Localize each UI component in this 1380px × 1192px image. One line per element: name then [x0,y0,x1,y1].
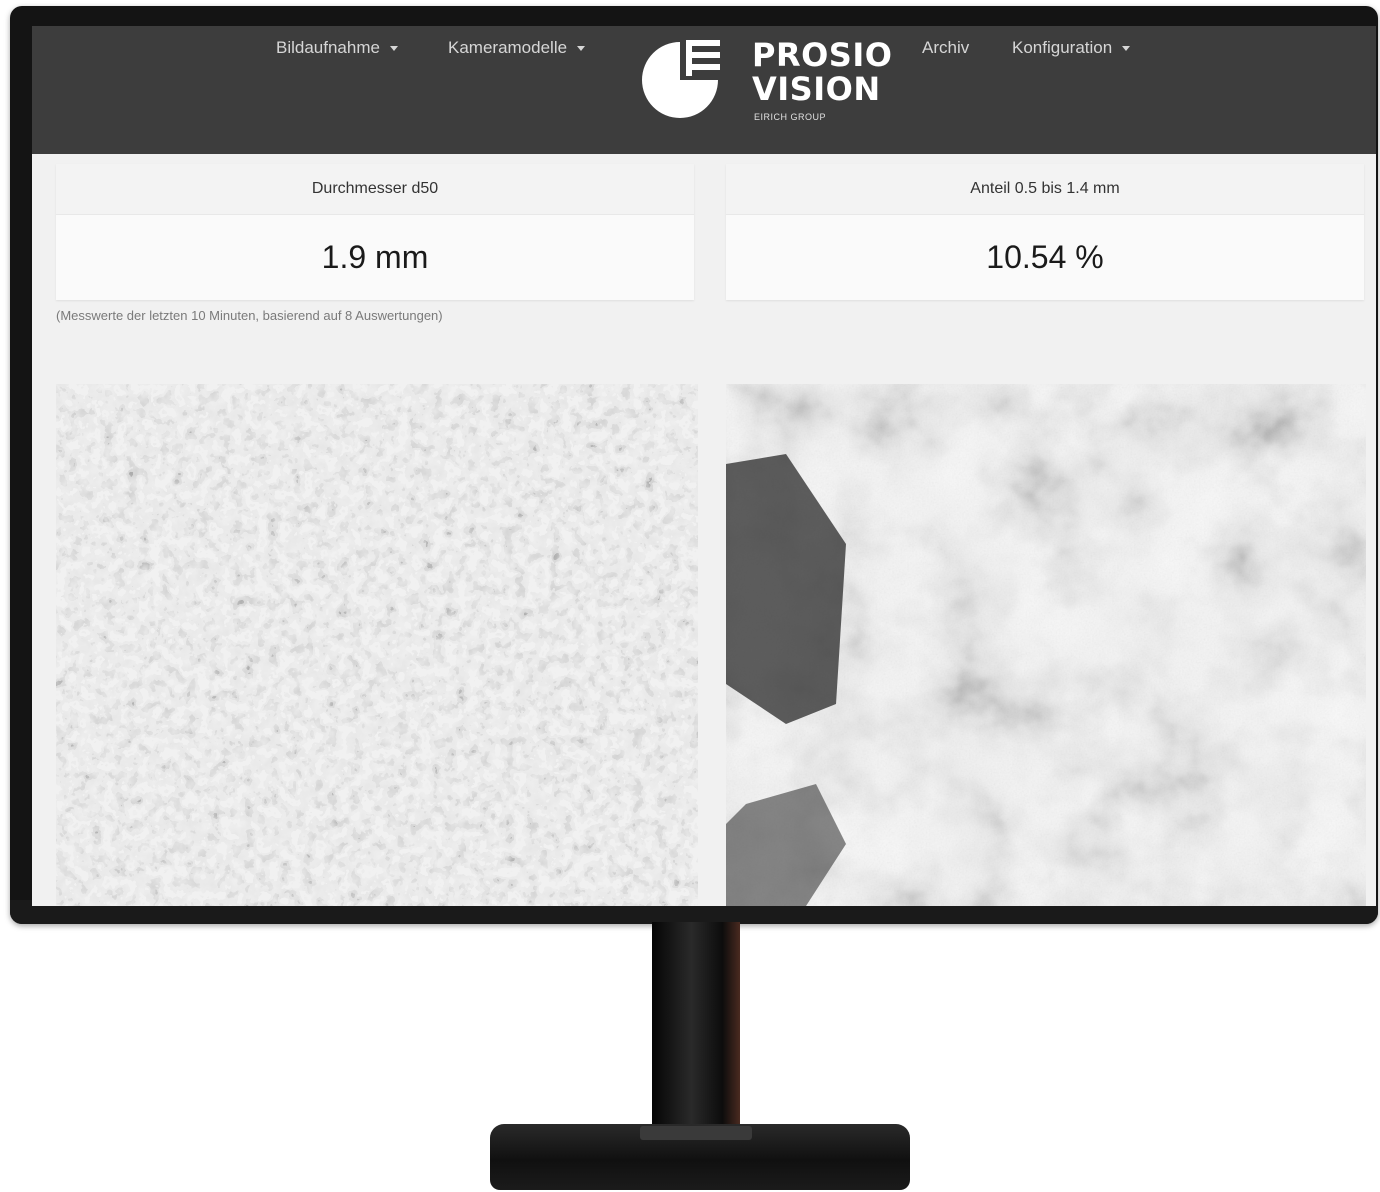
logo-mark-icon [642,40,720,118]
metric-value: 1.9 mm [321,238,429,275]
monitor-stand-collar [640,1126,752,1140]
logo-subtitle: EIRICH GROUP [754,112,827,122]
product-mockup: Bildaufnahme Kameramodelle PROSIO VISION… [0,0,1380,1192]
monitor-screen-holder: Bildaufnahme Kameramodelle PROSIO VISION… [10,6,1378,924]
logo-wordmark: PROSIO VISION [752,38,892,106]
nav-item-archiv[interactable]: Archiv [922,38,969,58]
measurement-note: (Messwerte der letzten 10 Minuten, basie… [56,308,443,323]
metric-card-d50: Durchmesser d50 1.9 mm [56,164,694,300]
brand-logo[interactable]: PROSIO VISION EIRICH GROUP [638,36,898,136]
nav-item-konfiguration[interactable]: Konfiguration [1012,38,1131,58]
metric-card-anteil: Anteil 0.5 bis 1.4 mm 10.54 % [726,164,1364,300]
nav-item-label: Konfiguration [1012,38,1113,57]
metric-value: 10.54 % [986,238,1104,275]
nav-item-label: Kameramodelle [448,38,568,57]
nav-item-label: Archiv [922,38,970,57]
coarse-granulate-image [726,384,1366,906]
logo-line-2: VISION [752,70,881,108]
caret-down-icon [1122,45,1131,51]
nav-item-kameramodelle[interactable]: Kameramodelle [448,38,586,58]
metric-title: Anteil 0.5 bis 1.4 mm [726,164,1364,215]
nav-item-bildaufnahme[interactable]: Bildaufnahme [276,38,398,58]
logo-line-1: PROSIO [752,36,893,74]
app-screen: Bildaufnahme Kameramodelle PROSIO VISION… [32,26,1376,906]
metric-title: Durchmesser d50 [56,164,694,215]
navbar: Bildaufnahme Kameramodelle PROSIO VISION… [32,26,1376,154]
nav-item-label: Bildaufnahme [276,38,380,57]
monitor-stand-neck [652,922,740,1138]
caret-down-icon [577,45,586,51]
fine-granulate-image [56,384,698,906]
caret-down-icon [389,45,398,51]
